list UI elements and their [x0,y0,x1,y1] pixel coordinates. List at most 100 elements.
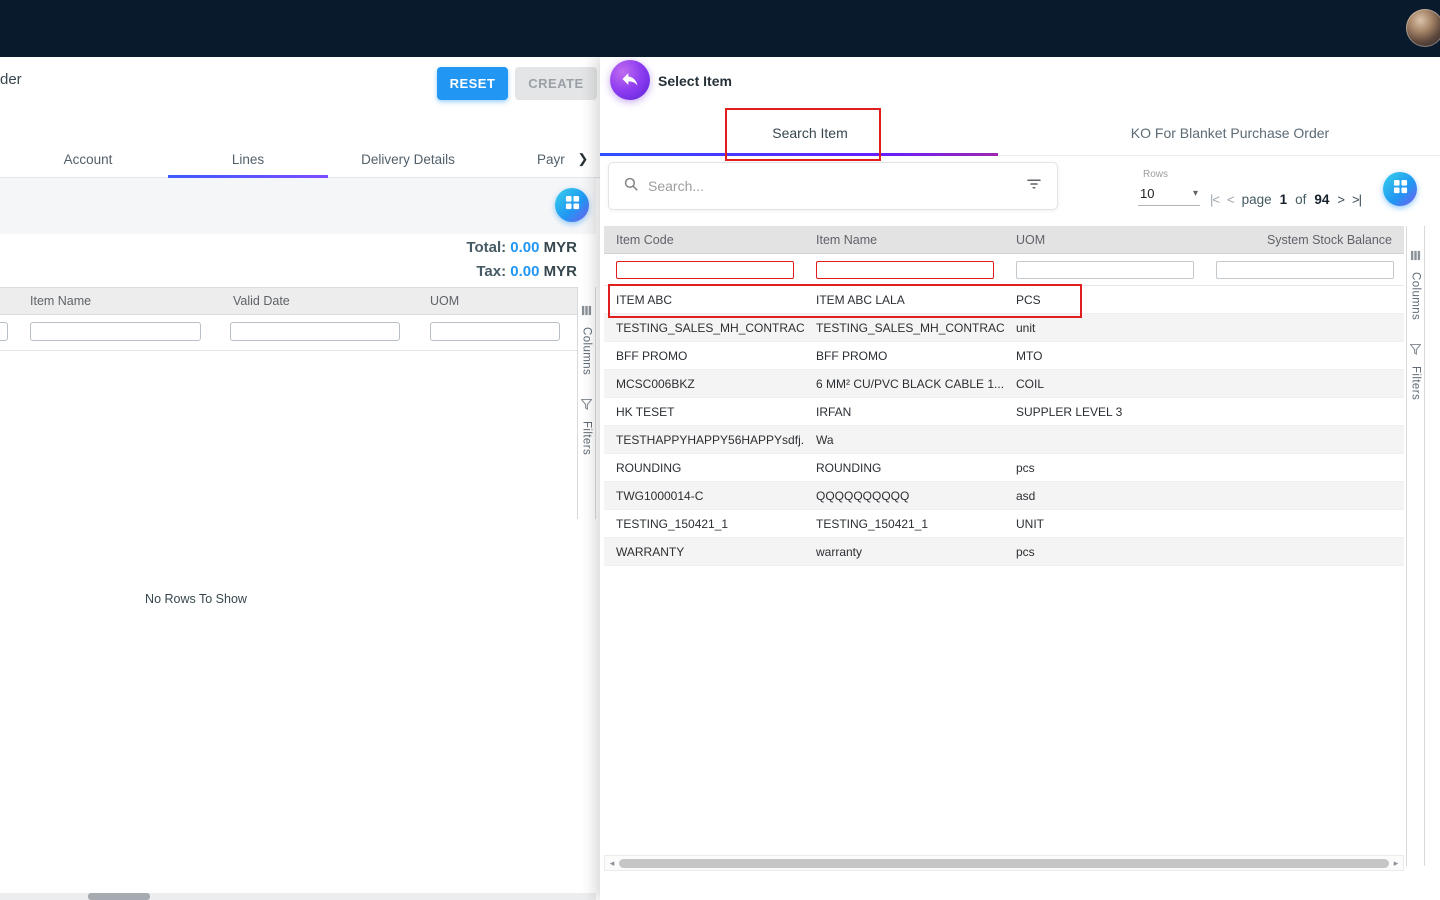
cell-item-code: ITEM ABC [604,293,804,307]
tab-account[interactable]: Account [8,141,168,177]
left-scrollbar-thumb[interactable] [88,893,150,900]
filter-input-partial[interactable] [0,322,8,341]
table-row[interactable]: TWG1000014-C QQQQQQQQQQ asd [604,482,1404,510]
panel-title: Select Item [658,73,732,89]
filter-input-uom[interactable] [1016,261,1194,279]
columns-icon [1410,248,1421,266]
header-uom[interactable]: UOM [1004,233,1204,247]
caret-down-icon: ▾ [1193,188,1198,199]
cell-uom: pcs [1004,545,1204,559]
table-row[interactable]: TESTING_150421_1 TESTING_150421_1 UNIT [604,510,1404,538]
current-page-number: 1 [1280,192,1288,207]
total-currency: MYR [544,239,577,256]
cell-item-code: TESTHAPPYHAPPY56HAPPYsdfj... [604,433,804,447]
back-button[interactable] [610,60,650,100]
cell-uom: SUPPLER LEVEL 3 [1004,405,1204,419]
right-tab-bar: Search Item KO For Blanket Purchase Orde… [600,110,1440,156]
avatar[interactable] [1406,9,1440,47]
table-row[interactable]: TESTHAPPYHAPPY56HAPPYsdfj... Wa [604,426,1404,454]
search-bar [608,162,1058,210]
empty-grid-message: No Rows To Show [145,592,247,606]
header-item-name[interactable]: Item Name [804,233,1004,247]
left-grid-header: Item Name Valid Date UOM [0,287,577,315]
cell-item-name: IRFAN [804,405,1004,419]
left-horizontal-scrollbar[interactable] [0,893,596,900]
tab-search-item[interactable]: Search Item [600,110,1020,155]
table-row[interactable]: HK TESET IRFAN SUPPLER LEVEL 3 [604,398,1404,426]
header-item-name[interactable]: Item Name [18,294,215,308]
tab-lines[interactable]: Lines [168,141,328,177]
side-tab-filters[interactable]: Filters [1410,342,1422,400]
filter-input-item-name[interactable] [30,322,201,341]
cell-uom: COIL [1004,377,1204,391]
cell-uom: MTO [1004,349,1204,363]
cell-uom: asd [1004,489,1204,503]
filter-input-uom[interactable] [430,322,560,341]
header-uom[interactable]: UOM [415,294,577,308]
item-grid-header: Item Code Item Name UOM System Stock Bal… [604,226,1404,254]
cell-item-name: ITEM ABC LALA [804,293,1004,307]
tab-delivery-details[interactable]: Delivery Details [328,141,488,177]
grid-view-button[interactable] [1383,172,1417,206]
filter-input-item-code[interactable] [616,261,794,279]
total-pages-number: 94 [1314,192,1329,207]
left-tab-bar: Account Lines Delivery Details Payr [0,141,600,178]
next-page-button[interactable]: > [1337,192,1344,207]
tax-currency: MYR [544,263,577,280]
topbar [0,0,1440,57]
side-tab-columns[interactable]: Columns [1410,248,1422,320]
search-input[interactable] [648,178,1016,194]
pagination: |< < page 1 of 94 > >| [1202,187,1361,211]
left-grid-filter-row [0,315,577,351]
side-tab-filters[interactable]: Filters [581,397,593,455]
last-page-button[interactable]: >| [1352,192,1361,207]
table-row[interactable]: WARRANTY warranty pcs [604,538,1404,566]
scroll-left-icon[interactable]: ◂ [606,857,618,869]
tax-value: 0.00 [510,263,539,280]
totals-summary: Total: 0.00 MYR Tax: 0.00 MYR [466,236,577,284]
tab-scroll-right-icon[interactable]: ❯ [571,145,595,173]
cell-item-name: TESTING_SALES_MH_CONTRACT [804,321,1004,335]
header-valid-date[interactable]: Valid Date [215,294,415,308]
grid-toolbar-band [0,178,596,234]
table-row[interactable]: ROUNDING ROUNDING pcs [604,454,1404,482]
tax-line: Tax: 0.00 MYR [466,260,577,284]
filter-input-valid-date[interactable] [230,322,400,341]
first-page-button[interactable]: |< [1210,192,1219,207]
create-button[interactable]: CREATE [515,67,597,100]
item-grid: Item Code Item Name UOM System Stock Bal… [604,226,1404,566]
filter-list-icon[interactable] [1025,175,1043,198]
table-row[interactable]: TESTING_SALES_MH_CONTRACT TESTING_SALES_… [604,314,1404,342]
scrollbar-thumb[interactable] [619,859,1389,868]
cell-item-code: BFF PROMO [604,349,804,363]
reset-button[interactable]: RESET [437,67,508,100]
cell-item-name: 6 MM² CU/PVC BLACK CABLE 1... [804,377,1004,391]
item-grid-body: ITEM ABC ITEM ABC LALA PCS TESTING_SALES… [604,286,1404,566]
grid-icon [1393,179,1408,199]
rows-per-page-value: 10 [1140,186,1154,201]
table-row[interactable]: MCSC006BKZ 6 MM² CU/PVC BLACK CABLE 1...… [604,370,1404,398]
purchase-order-page: der RESET CREATE Account Lines Delivery … [0,57,600,900]
header-system-stock-balance[interactable]: System Stock Balance [1204,233,1404,247]
filter-input-stock-balance[interactable] [1216,261,1394,279]
scroll-right-icon[interactable]: ▸ [1390,857,1402,869]
cell-item-name: warranty [804,545,1004,559]
item-grid-horizontal-scrollbar[interactable]: ◂ ▸ [604,855,1404,871]
side-tab-columns-label: Columns [1410,272,1422,320]
left-side-strip: Columns Filters [577,287,596,519]
cell-uom: pcs [1004,461,1204,475]
cell-uom: UNIT [1004,517,1204,531]
prev-page-button[interactable]: < [1227,192,1234,207]
tab-payment-clipped[interactable]: Payr [537,141,565,177]
header-item-code[interactable]: Item Code [604,233,804,247]
side-tab-columns[interactable]: Columns [581,303,593,375]
tab-ko-blanket-purchase-order[interactable]: KO For Blanket Purchase Order [1020,110,1440,155]
grid-view-button[interactable] [555,188,589,222]
search-icon [623,176,639,197]
side-tab-columns-label: Columns [581,327,593,375]
table-row[interactable]: ITEM ABC ITEM ABC LALA PCS [604,286,1404,314]
rows-per-page-select[interactable]: 10 ▾ [1138,182,1200,206]
filter-input-item-name[interactable] [816,261,994,279]
side-tab-filters-label: Filters [1410,366,1422,400]
table-row[interactable]: BFF PROMO BFF PROMO MTO [604,342,1404,370]
